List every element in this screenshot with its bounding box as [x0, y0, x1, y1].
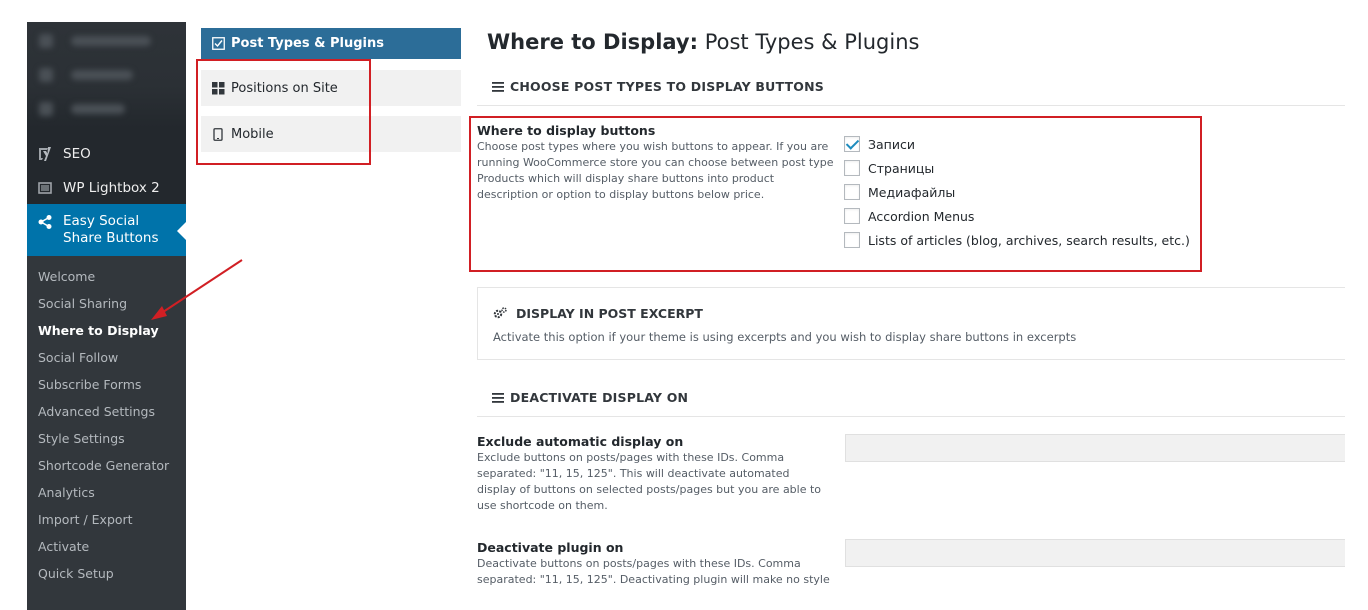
page-title-rest: Post Types & Plugins [704, 30, 920, 54]
checkbox-label: Accordion Menus [868, 208, 975, 224]
section-heading-text: DISPLAY IN POST EXCERPT [516, 306, 703, 321]
checkbox[interactable] [844, 232, 860, 248]
field-label-deactivate-plugin: Deactivate plugin on [477, 540, 624, 555]
checkbox-option-pages[interactable]: Страницы [844, 160, 934, 176]
tab-label: Mobile [231, 126, 274, 142]
checkbox-label: Lists of articles (blog, archives, searc… [868, 232, 1190, 248]
field-label-where-to-display: Where to display buttons [477, 123, 656, 138]
page-title-bold: Where to Display: [487, 30, 699, 54]
menu-item-seo[interactable]: SEO [27, 140, 186, 168]
mobile-icon [211, 127, 225, 141]
blurred-menu-area [27, 22, 186, 128]
field-desc-deactivate-plugin: Deactivate buttons on posts/pages with t… [477, 557, 830, 590]
checkbox-option-posts[interactable]: Записи [844, 136, 915, 152]
menu-item-wp-lightbox[interactable]: WP Lightbox 2 [27, 174, 186, 202]
menu-item-label: WP Lightbox 2 [63, 180, 160, 196]
checkbox-option-media[interactable]: Медиафайлы [844, 184, 955, 200]
submenu-item-where-to-display[interactable]: Where to Display [38, 323, 159, 338]
menu-item-label: Easy Social Share Buttons [63, 213, 159, 246]
submenu-item-import-export[interactable]: Import / Export [38, 512, 133, 527]
submenu: Welcome Social Sharing Where to Display … [27, 256, 186, 610]
menu-item-label: SEO [63, 146, 91, 162]
section-heading-post-types: CHOOSE POST TYPES TO DISPLAY BUTTONS [477, 68, 1345, 106]
field-desc-exclude-display: Exclude buttons on posts/pages with thes… [477, 451, 822, 512]
checkbox[interactable] [844, 184, 860, 200]
checkbox-option-lists-of-articles[interactable]: Lists of articles (blog, archives, searc… [844, 232, 1190, 248]
gears-icon [493, 307, 507, 320]
checkbox-label: Страницы [868, 160, 935, 176]
submenu-item-quick-setup[interactable]: Quick Setup [38, 566, 114, 581]
submenu-item-social-sharing[interactable]: Social Sharing [38, 296, 127, 311]
checkbox-icon [211, 37, 225, 51]
tab-label: Post Types & Plugins [231, 36, 384, 51]
section-excerpt-desc: Activate this option if your theme is us… [493, 330, 1077, 344]
submenu-item-subscribe-forms[interactable]: Subscribe Forms [38, 377, 141, 392]
checkbox-option-accordion-menus[interactable]: Accordion Menus [844, 208, 974, 224]
checkbox[interactable] [844, 136, 860, 152]
admin-sidebar: SEO WP Lightbox 2 Easy Social Share Butt… [27, 22, 186, 610]
field-desc-where-to-display: Choose post types where you wish buttons… [477, 140, 834, 201]
menu-item-easy-social-share[interactable]: Easy Social Share Buttons [27, 204, 186, 256]
tab-post-types-plugins[interactable]: Post Types & Plugins [201, 28, 461, 59]
deactivate-plugin-input[interactable] [845, 539, 1345, 567]
menu-lines-icon [492, 392, 504, 404]
checkbox[interactable] [844, 208, 860, 224]
section-post-excerpt: DISPLAY IN POST EXCERPT Activate this op… [477, 287, 1345, 360]
field-label-exclude-display: Exclude automatic display on [477, 434, 684, 449]
submenu-item-welcome[interactable]: Welcome [38, 269, 95, 284]
section-heading-text: CHOOSE POST TYPES TO DISPLAY BUTTONS [510, 79, 824, 94]
exclude-display-input[interactable] [845, 434, 1345, 462]
submenu-item-analytics[interactable]: Analytics [38, 485, 95, 500]
menu-lines-icon [492, 81, 504, 93]
checkbox[interactable] [844, 160, 860, 176]
checkbox-label: Записи [868, 136, 915, 152]
screenshot-root: SEO WP Lightbox 2 Easy Social Share Butt… [0, 0, 1368, 610]
tab-label: Positions on Site [231, 80, 338, 96]
submenu-item-advanced-settings[interactable]: Advanced Settings [38, 404, 155, 419]
submenu-item-style-settings[interactable]: Style Settings [38, 431, 125, 446]
tab-mobile[interactable]: Mobile [201, 116, 461, 152]
section-heading-text: DEACTIVATE DISPLAY ON [510, 390, 689, 405]
submenu-item-social-follow[interactable]: Social Follow [38, 350, 118, 365]
current-menu-arrow [177, 222, 186, 240]
grid-icon [211, 81, 225, 95]
section-heading-excerpt: DISPLAY IN POST EXCERPT [493, 306, 703, 321]
lightbox-icon [35, 178, 55, 198]
section-heading-deactivate: DEACTIVATE DISPLAY ON [477, 379, 1345, 417]
submenu-item-activate[interactable]: Activate [38, 539, 89, 554]
checkbox-label: Медиафайлы [868, 184, 956, 200]
tab-positions-on-site[interactable]: Positions on Site [201, 70, 461, 106]
submenu-item-shortcode-generator[interactable]: Shortcode Generator [38, 458, 169, 473]
page-title: Where to Display: Post Types & Plugins [487, 30, 919, 54]
yoast-seo-icon [35, 144, 55, 164]
share-icon [35, 212, 55, 232]
